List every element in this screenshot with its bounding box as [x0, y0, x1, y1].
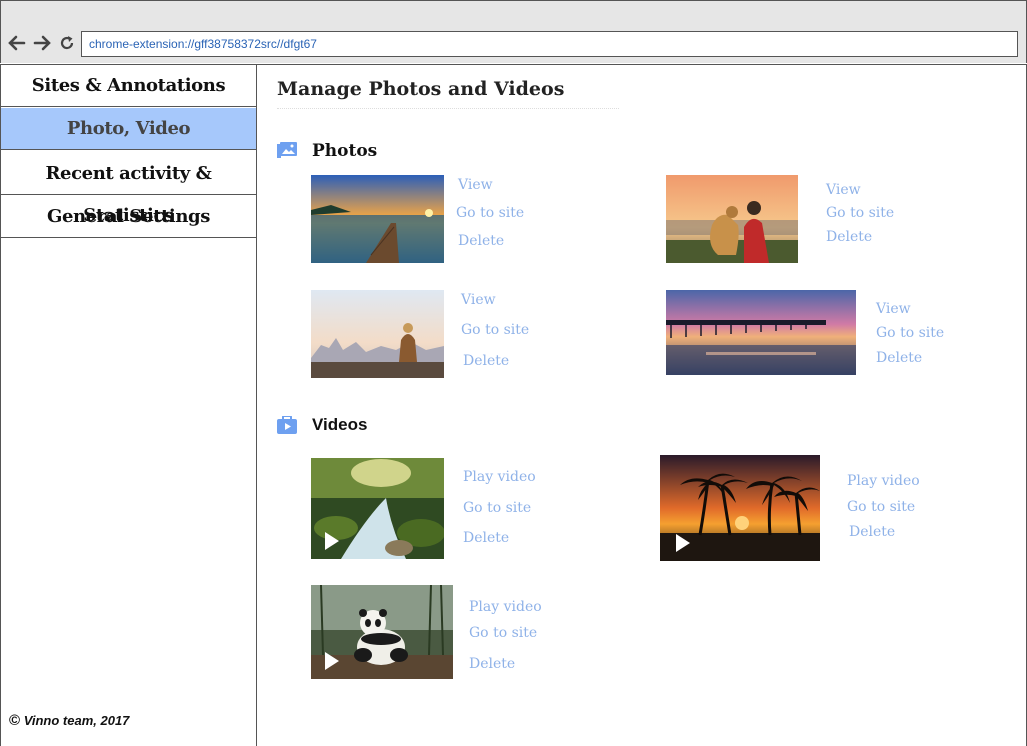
play-icon[interactable] [676, 534, 690, 552]
photo-thumbnail-2[interactable] [666, 175, 798, 263]
photo-3-delete-link[interactable]: Delete [463, 353, 509, 369]
video-thumbnail-2[interactable] [660, 455, 820, 561]
play-icon[interactable] [325, 532, 339, 550]
video-3-play-link[interactable]: Play video [469, 599, 542, 615]
photo-1-go-to-site-link[interactable]: Go to site [456, 205, 524, 221]
copyright-symbol: © [9, 712, 21, 729]
photo-2-view-link[interactable]: View [826, 182, 861, 198]
photo-3-view-link[interactable]: View [461, 292, 496, 308]
photo-3-go-to-site-link[interactable]: Go to site [461, 322, 529, 338]
footer-text: Vinno team, 2017 [23, 713, 130, 728]
video-2-delete-link[interactable]: Delete [849, 524, 895, 540]
sidebar-item-sites-annotations[interactable]: Sites & Annotations [1, 65, 256, 107]
video-2-go-to-site-link[interactable]: Go to site [847, 499, 915, 515]
video-thumbnail-1[interactable] [311, 458, 444, 559]
video-1-play-link[interactable]: Play video [463, 469, 536, 485]
photos-heading: Photos [312, 141, 378, 161]
photo-4-view-link[interactable]: View [876, 301, 911, 317]
photo-thumbnail-1[interactable] [311, 175, 444, 263]
photo-2-go-to-site-link[interactable]: Go to site [826, 205, 894, 221]
photo-1-view-link[interactable]: View [458, 177, 493, 193]
videos-heading: Videos [312, 415, 368, 434]
browser-toolbar: chrome-extension://gff38758372src//dfgt6… [0, 0, 1027, 63]
video-2-play-link[interactable]: Play video [847, 473, 920, 489]
play-icon[interactable] [325, 652, 339, 670]
photo-2-delete-link[interactable]: Delete [826, 229, 872, 245]
page-title: Manage Photos and Videos [277, 78, 619, 109]
video-case-icon [277, 416, 297, 434]
sidebar-item-recent-activity[interactable]: Recent activity & Statistics [1, 153, 256, 226]
video-3-delete-link[interactable]: Delete [469, 656, 515, 672]
photo-4-delete-link[interactable]: Delete [876, 350, 922, 366]
video-1-go-to-site-link[interactable]: Go to site [463, 500, 531, 516]
video-3-go-to-site-link[interactable]: Go to site [469, 625, 537, 641]
photo-4-go-to-site-link[interactable]: Go to site [876, 325, 944, 341]
back-arrow-icon[interactable] [8, 34, 26, 52]
video-thumbnail-3[interactable] [311, 585, 453, 679]
photo-thumbnail-3[interactable] [311, 290, 444, 378]
photos-section-header: Photos [277, 141, 477, 163]
forward-arrow-icon[interactable] [33, 34, 51, 52]
videos-section-header: Videos [277, 415, 477, 437]
image-gallery-icon [277, 142, 297, 158]
sidebar: Sites & Annotations Photo, Video Recent … [1, 65, 257, 746]
extension-window: Sites & Annotations Photo, Video Recent … [0, 64, 1027, 746]
sidebar-item-general-settings[interactable]: General Settings [1, 196, 256, 238]
photo-thumbnail-4[interactable] [666, 290, 856, 375]
sidebar-item-photo-video[interactable]: Photo, Video [1, 108, 256, 150]
footer-credit: © Vinno team, 2017 [9, 712, 129, 729]
video-1-delete-link[interactable]: Delete [463, 530, 509, 546]
reload-icon[interactable] [58, 34, 76, 52]
photo-1-delete-link[interactable]: Delete [458, 233, 504, 249]
address-bar[interactable]: chrome-extension://gff38758372src//dfgt6… [81, 31, 1018, 57]
